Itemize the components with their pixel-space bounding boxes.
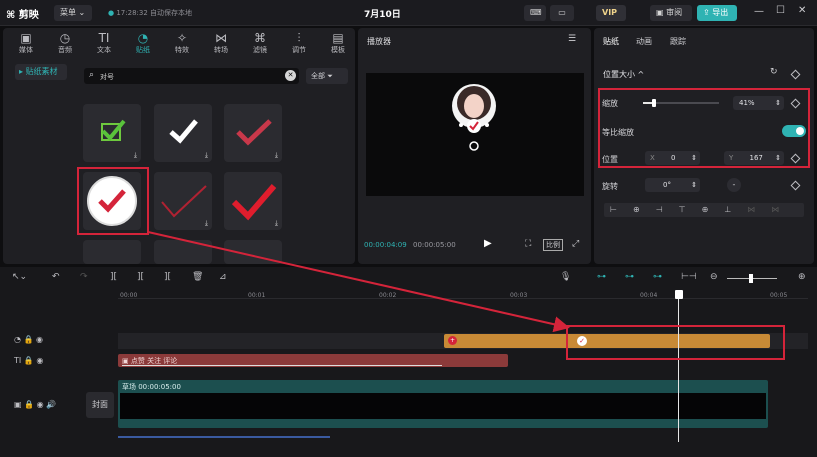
annotation-arrow [147,231,570,333]
